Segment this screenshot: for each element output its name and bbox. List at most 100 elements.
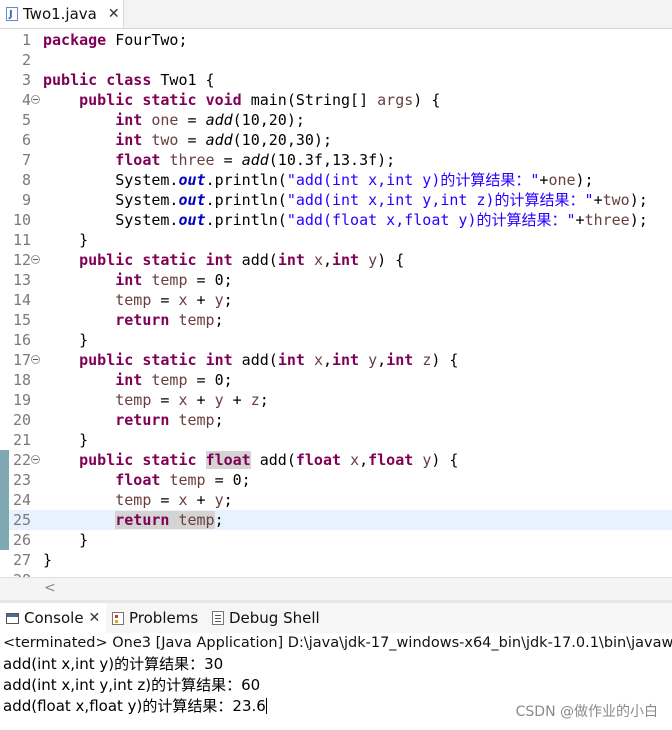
line-number: 6 bbox=[21, 131, 31, 149]
code-line[interactable]: 21 } bbox=[0, 430, 672, 450]
code-line[interactable]: 17 public static int add(int x,int y,int… bbox=[0, 350, 672, 370]
line-number: 28 bbox=[10, 570, 31, 577]
code-text: } bbox=[43, 431, 89, 449]
code-line[interactable]: 8 System.out.println("add(int x,int y)的计… bbox=[0, 170, 672, 190]
code-line[interactable]: 4 public static void main(String[] args)… bbox=[0, 90, 672, 110]
code-line[interactable]: 6 int two = add(10,20,30); bbox=[0, 130, 672, 150]
tab-console-label: Console bbox=[24, 609, 84, 627]
code-line[interactable]: 23 float temp = 0; bbox=[0, 470, 672, 490]
fold-toggle-icon[interactable] bbox=[31, 255, 40, 264]
code-line[interactable]: 25 return temp; bbox=[0, 510, 672, 530]
code-line[interactable]: 10 System.out.println("add(float x,float… bbox=[0, 210, 672, 230]
scroll-left-arrow-icon[interactable]: < bbox=[44, 580, 56, 596]
change-marker bbox=[0, 510, 9, 530]
line-number: 14 bbox=[12, 291, 31, 309]
code-text: System.out.println("add(int x,int y)的计算结… bbox=[43, 171, 594, 189]
code-line[interactable]: 20 return temp; bbox=[0, 410, 672, 430]
code-line[interactable]: 28 bbox=[0, 570, 672, 577]
editor-tab-two1-java[interactable]: Two1.java ✕ bbox=[0, 0, 124, 28]
code-line[interactable]: 19 temp = x + y + z; bbox=[0, 390, 672, 410]
line-number: 4 bbox=[21, 91, 31, 109]
code-line[interactable]: 2 bbox=[0, 50, 672, 70]
code-line[interactable]: 5 int one = add(10,20); bbox=[0, 110, 672, 130]
code-line[interactable]: 3 public class Two1 { bbox=[0, 70, 672, 90]
tab-problems[interactable]: Problems bbox=[112, 603, 198, 633]
code-line[interactable]: 1 package FourTwo; bbox=[0, 30, 672, 50]
editor-tab-bar: Two1.java ✕ bbox=[0, 0, 672, 29]
code-text: } bbox=[43, 231, 89, 249]
console-output-line: add(int x,int y,int z)的计算结果：60 bbox=[3, 676, 261, 694]
watermark: CSDN @做作业的小白 bbox=[515, 704, 658, 720]
code-text: package FourTwo; bbox=[43, 31, 188, 49]
close-icon[interactable]: ✕ bbox=[108, 6, 120, 22]
code-line[interactable]: 14 temp = x + y; bbox=[0, 290, 672, 310]
line-number: 2 bbox=[21, 51, 31, 69]
java-file-icon bbox=[6, 7, 18, 21]
line-number: 7 bbox=[21, 151, 31, 169]
line-number: 11 bbox=[12, 231, 31, 249]
code-text: return temp; bbox=[115, 411, 224, 429]
console-icon bbox=[6, 612, 19, 624]
line-number: 20 bbox=[12, 411, 31, 429]
code-line[interactable]: 22 public static float add(float x,float… bbox=[0, 450, 672, 470]
line-number: 24 bbox=[12, 491, 31, 509]
line-number: 25 bbox=[12, 511, 31, 529]
code-line[interactable]: 24 temp = x + y; bbox=[0, 490, 672, 510]
line-number: 8 bbox=[21, 171, 31, 189]
horizontal-scrollbar[interactable]: < bbox=[0, 577, 672, 600]
tab-console[interactable]: Console ✕ bbox=[0, 603, 106, 633]
tab-problems-label: Problems bbox=[129, 609, 199, 627]
code-text: System.out.println("add(int x,int y,int … bbox=[43, 191, 648, 209]
code-text: temp = x + y; bbox=[115, 291, 233, 309]
code-text: temp = x + y + z; bbox=[115, 391, 269, 409]
code-line[interactable]: 13 int temp = 0; bbox=[0, 270, 672, 290]
line-number: 19 bbox=[12, 391, 31, 409]
code-text: return temp; bbox=[115, 511, 224, 529]
text-caret bbox=[265, 698, 267, 714]
code-text: float three = add(10.3f,13.3f); bbox=[115, 151, 396, 169]
close-icon[interactable]: ✕ bbox=[89, 610, 101, 626]
tab-debug-shell-label: Debug Shell bbox=[229, 609, 320, 627]
line-number: 15 bbox=[12, 311, 31, 329]
code-line[interactable]: 15 return temp; bbox=[0, 310, 672, 330]
console-output-text: add(float x,float y)的计算结果：23.6 bbox=[3, 697, 266, 715]
fold-toggle-icon[interactable] bbox=[31, 355, 40, 364]
fold-toggle-icon[interactable] bbox=[31, 95, 40, 104]
terminated-status: <terminated> One3 [Java Application] D:\… bbox=[3, 635, 672, 651]
code-line[interactable]: 12 public static int add(int x,int y) { bbox=[0, 250, 672, 270]
code-text: public static float add(float x,float y)… bbox=[79, 451, 459, 469]
line-number: 27 bbox=[12, 551, 31, 569]
code-text: } bbox=[43, 331, 89, 349]
code-text: public class Two1 { bbox=[43, 71, 215, 89]
code-line[interactable]: 16 } bbox=[0, 330, 672, 350]
line-number: 9 bbox=[21, 191, 31, 209]
change-marker bbox=[0, 470, 9, 490]
code-editor[interactable]: 1 package FourTwo; 2 3 public class Two1 {4 … bbox=[0, 29, 672, 577]
console-tab-bar: Console ✕ Problems Debug Shell bbox=[0, 603, 672, 634]
code-line[interactable]: 18 int temp = 0; bbox=[0, 370, 672, 390]
line-number: 17 bbox=[12, 351, 31, 369]
code-text: temp = x + y; bbox=[115, 491, 233, 509]
code-text: } bbox=[43, 531, 89, 549]
code-line[interactable]: 26 } bbox=[0, 530, 672, 550]
console-output-line: add(float x,float y)的计算结果：23.6 bbox=[3, 696, 267, 717]
line-number: 10 bbox=[12, 211, 31, 229]
code-line[interactable]: 7 float three = add(10.3f,13.3f); bbox=[0, 150, 672, 170]
line-number: 1 bbox=[21, 31, 31, 49]
fold-toggle-icon[interactable] bbox=[31, 455, 40, 464]
code-text: int temp = 0; bbox=[115, 371, 233, 389]
line-number: 5 bbox=[21, 111, 31, 129]
line-number: 16 bbox=[12, 331, 31, 349]
code-line[interactable]: 11 } bbox=[0, 230, 672, 250]
code-text: return temp; bbox=[115, 311, 224, 329]
code-line[interactable]: 9 System.out.println("add(int x,int y,in… bbox=[0, 190, 672, 210]
tab-debug-shell[interactable]: Debug Shell bbox=[212, 603, 320, 633]
problems-icon bbox=[112, 611, 124, 625]
code-line[interactable]: 27} bbox=[0, 550, 672, 570]
code-text: public static void main(String[] args) { bbox=[79, 91, 441, 109]
change-marker bbox=[0, 450, 9, 470]
change-marker bbox=[0, 490, 9, 510]
console-output-line: add(int x,int y)的计算结果：30 bbox=[3, 655, 224, 673]
code-text: } bbox=[43, 551, 53, 569]
line-number: 18 bbox=[12, 371, 31, 389]
